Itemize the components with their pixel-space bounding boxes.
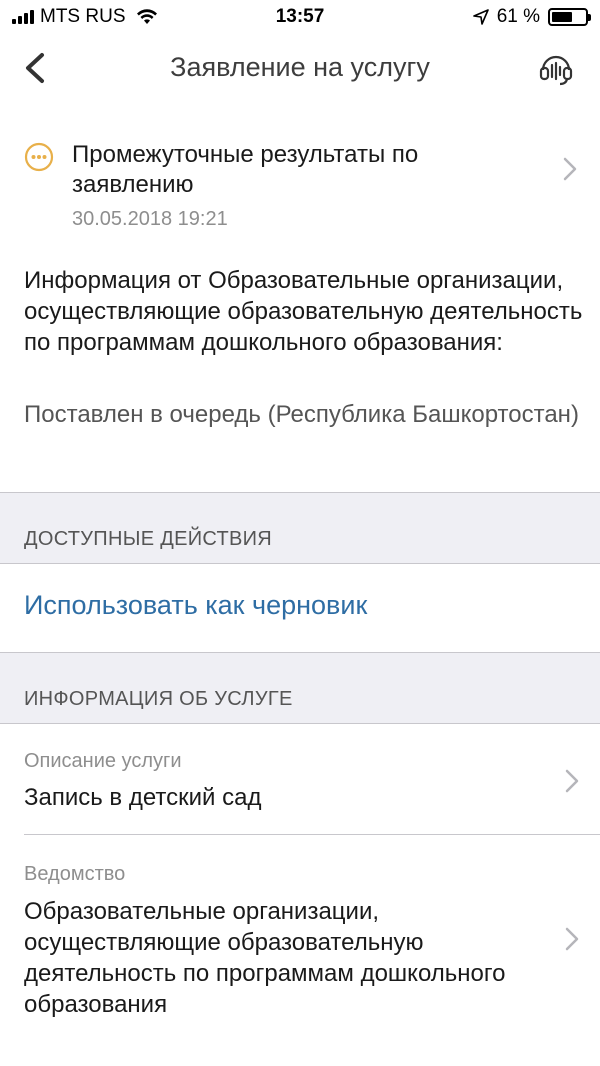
divider [24,834,600,835]
headset-icon[interactable] [536,48,576,88]
department-value[interactable]: Образовательные организации, осуществляю… [24,896,524,1020]
back-chevron-icon[interactable] [20,50,50,86]
section-header-actions-label: ДОСТУПНЫЕ ДЕЙСТВИЯ [24,528,273,550]
status-bar: MTS RUS 13:57 61 % [0,0,600,36]
info-value: Поставлен в очередь (Республика Башкорто… [24,401,579,428]
section-header-service-info-label: ИНФОРМАЦИЯ ОБ УСЛУГЕ [24,688,293,710]
use-as-draft-link[interactable]: Использовать как черновик [24,590,367,621]
page-title: Заявление на услугу [170,52,430,82]
service-description-label: Описание услуги [24,750,182,772]
battery-icon [548,8,591,26]
application-status-row[interactable]: Промежуточные результаты по заявлению 30… [0,134,600,244]
location-arrow-icon [472,9,489,25]
department-label: Ведомство [24,863,126,885]
status-bar-right: 61 % [472,6,591,28]
battery-percent: 61 % [496,6,540,27]
section-header-actions: ДОСТУПНЫЕ ДЕЙСТВИЯ [0,492,600,564]
chevron-right-icon [563,157,577,181]
navigation-bar: Заявление на услугу [0,36,600,100]
chevron-right-icon[interactable] [564,768,580,794]
info-heading: Информация от Образовательные организаци… [24,267,583,356]
status-date: 30.05.2018 19:21 [72,208,228,230]
service-description-value[interactable]: Запись в детский сад [24,782,524,813]
battery-level [552,12,572,22]
status-title: Промежуточные результаты по заявлению [72,141,419,198]
chevron-right-icon[interactable] [564,926,580,952]
section-header-service-info: ИНФОРМАЦИЯ ОБ УСЛУГЕ [0,652,600,724]
dots-circle-icon [24,142,54,172]
